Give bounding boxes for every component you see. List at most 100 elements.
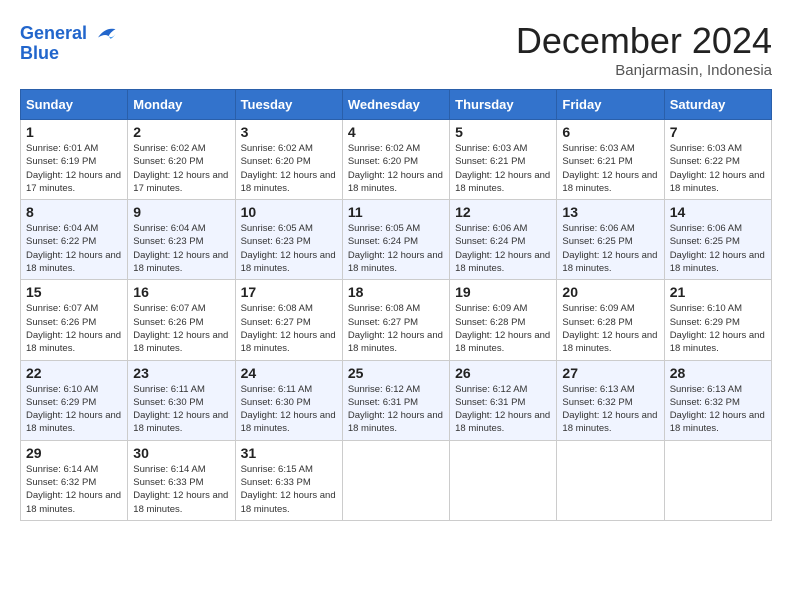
day-number: 25 [348, 365, 444, 381]
day-number: 30 [133, 445, 229, 461]
calendar-cell: 26Sunrise: 6:12 AMSunset: 6:31 PMDayligh… [450, 360, 557, 440]
day-info: Sunrise: 6:08 AMSunset: 6:27 PMDaylight:… [348, 302, 444, 355]
calendar-cell: 3 Sunrise: 6:02 AMSunset: 6:20 PMDaylight… [235, 120, 342, 200]
day-info: Sunrise: 6:14 AMSunset: 6:32 PMDaylight:… [26, 463, 122, 516]
day-number: 3 [241, 124, 337, 140]
day-number: 19 [455, 284, 551, 300]
calendar-cell: 21 Sunrise: 6:10 AMSunset: 6:29 PMDayligh… [664, 280, 771, 360]
calendar-cell: 30 Sunrise: 6:14 AMSunset: 6:33 PMDayligh… [128, 440, 235, 520]
calendar-cell: 28 Sunrise: 6:13 AMSunset: 6:32 PMDayligh… [664, 360, 771, 440]
day-header-sunday: Sunday [21, 90, 128, 120]
day-number: 8 [26, 204, 122, 220]
day-header-wednesday: Wednesday [342, 90, 449, 120]
calendar-cell: 17 Sunrise: 6:08 AMSunset: 6:27 PMDayligh… [235, 280, 342, 360]
calendar-cell: 7Sunrise: 6:03 AMSunset: 6:22 PMDaylight… [664, 120, 771, 200]
day-number: 12 [455, 204, 551, 220]
day-number: 21 [670, 284, 766, 300]
day-info: Sunrise: 6:13 AMSunset: 6:32 PMDaylight:… [670, 383, 766, 436]
page-header: General Blue December 2024 Banjarmasin, … [20, 20, 772, 79]
calendar-cell: 10 Sunrise: 6:05 AMSunset: 6:23 PMDayligh… [235, 200, 342, 280]
logo: General Blue [20, 20, 119, 64]
day-info: Sunrise: 6:07 AMSunset: 6:26 PMDaylight:… [133, 302, 229, 355]
day-number: 10 [241, 204, 337, 220]
location-subtitle: Banjarmasin, Indonesia [516, 62, 772, 79]
day-number: 31 [241, 445, 337, 461]
day-number: 14 [670, 204, 766, 220]
day-number: 20 [562, 284, 658, 300]
calendar-cell: 15 Sunrise: 6:07 AMSunset: 6:26 PMDayligh… [21, 280, 128, 360]
day-number: 18 [348, 284, 444, 300]
day-info: Sunrise: 6:02 AMSunset: 6:20 PMDaylight:… [241, 142, 337, 195]
day-info: Sunrise: 6:06 AMSunset: 6:24 PMDaylight:… [455, 222, 551, 275]
day-number: 6 [562, 124, 658, 140]
calendar-cell: 22 Sunrise: 6:10 AMSunset: 6:29 PMDayligh… [21, 360, 128, 440]
day-header-saturday: Saturday [664, 90, 771, 120]
day-info: Sunrise: 6:04 AMSunset: 6:22 PMDaylight:… [26, 222, 122, 275]
day-info: Sunrise: 6:11 AMSunset: 6:30 PMDaylight:… [133, 383, 229, 436]
calendar-cell [342, 440, 449, 520]
logo-text-general: General [20, 24, 87, 44]
calendar-cell: 9 Sunrise: 6:04 AMSunset: 6:23 PMDaylight… [128, 200, 235, 280]
calendar-cell [664, 440, 771, 520]
calendar-cell: 5Sunrise: 6:03 AMSunset: 6:21 PMDaylight… [450, 120, 557, 200]
day-info: Sunrise: 6:11 AMSunset: 6:30 PMDaylight:… [241, 383, 337, 436]
calendar-cell: 1 Sunrise: 6:01 AMSunset: 6:19 PMDaylight… [21, 120, 128, 200]
day-info: Sunrise: 6:05 AMSunset: 6:24 PMDaylight:… [348, 222, 444, 275]
title-block: December 2024 Banjarmasin, Indonesia [516, 20, 772, 79]
day-number: 7 [670, 124, 766, 140]
day-info: Sunrise: 6:07 AMSunset: 6:26 PMDaylight:… [26, 302, 122, 355]
day-header-friday: Friday [557, 90, 664, 120]
day-info: Sunrise: 6:09 AMSunset: 6:28 PMDaylight:… [455, 302, 551, 355]
day-number: 1 [26, 124, 122, 140]
day-header-tuesday: Tuesday [235, 90, 342, 120]
calendar-cell: 24 Sunrise: 6:11 AMSunset: 6:30 PMDayligh… [235, 360, 342, 440]
day-number: 9 [133, 204, 229, 220]
day-number: 16 [133, 284, 229, 300]
calendar-cell: 8 Sunrise: 6:04 AMSunset: 6:22 PMDaylight… [21, 200, 128, 280]
calendar-cell: 2 Sunrise: 6:02 AMSunset: 6:20 PMDaylight… [128, 120, 235, 200]
day-number: 2 [133, 124, 229, 140]
day-header-monday: Monday [128, 90, 235, 120]
calendar-cell: 19 Sunrise: 6:09 AMSunset: 6:28 PMDayligh… [450, 280, 557, 360]
day-number: 4 [348, 124, 444, 140]
calendar-cell: 16 Sunrise: 6:07 AMSunset: 6:26 PMDayligh… [128, 280, 235, 360]
day-info: Sunrise: 6:12 AMSunset: 6:31 PMDaylight:… [348, 383, 444, 436]
day-number: 22 [26, 365, 122, 381]
calendar-cell: 29Sunrise: 6:14 AMSunset: 6:32 PMDayligh… [21, 440, 128, 520]
day-info: Sunrise: 6:03 AMSunset: 6:21 PMDaylight:… [562, 142, 658, 195]
calendar-cell: 12 Sunrise: 6:06 AMSunset: 6:24 PMDayligh… [450, 200, 557, 280]
calendar-cell: 13 Sunrise: 6:06 AMSunset: 6:25 PMDayligh… [557, 200, 664, 280]
day-number: 17 [241, 284, 337, 300]
day-info: Sunrise: 6:08 AMSunset: 6:27 PMDaylight:… [241, 302, 337, 355]
day-info: Sunrise: 6:10 AMSunset: 6:29 PMDaylight:… [670, 302, 766, 355]
calendar-cell: 20 Sunrise: 6:09 AMSunset: 6:28 PMDayligh… [557, 280, 664, 360]
calendar-table: SundayMondayTuesdayWednesdayThursdayFrid… [20, 89, 772, 521]
day-info: Sunrise: 6:10 AMSunset: 6:29 PMDaylight:… [26, 383, 122, 436]
calendar-cell: 18 Sunrise: 6:08 AMSunset: 6:27 PMDayligh… [342, 280, 449, 360]
day-number: 27 [562, 365, 658, 381]
calendar-cell: 6 Sunrise: 6:03 AMSunset: 6:21 PMDaylight… [557, 120, 664, 200]
day-header-thursday: Thursday [450, 90, 557, 120]
day-number: 28 [670, 365, 766, 381]
calendar-cell [450, 440, 557, 520]
day-info: Sunrise: 6:06 AMSunset: 6:25 PMDaylight:… [562, 222, 658, 275]
day-info: Sunrise: 6:14 AMSunset: 6:33 PMDaylight:… [133, 463, 229, 516]
calendar-cell: 27 Sunrise: 6:13 AMSunset: 6:32 PMDayligh… [557, 360, 664, 440]
day-info: Sunrise: 6:06 AMSunset: 6:25 PMDaylight:… [670, 222, 766, 275]
day-number: 13 [562, 204, 658, 220]
day-info: Sunrise: 6:03 AMSunset: 6:21 PMDaylight:… [455, 142, 551, 195]
day-info: Sunrise: 6:09 AMSunset: 6:28 PMDaylight:… [562, 302, 658, 355]
day-info: Sunrise: 6:13 AMSunset: 6:32 PMDaylight:… [562, 383, 658, 436]
day-info: Sunrise: 6:01 AMSunset: 6:19 PMDaylight:… [26, 142, 122, 195]
day-info: Sunrise: 6:04 AMSunset: 6:23 PMDaylight:… [133, 222, 229, 275]
day-info: Sunrise: 6:05 AMSunset: 6:23 PMDaylight:… [241, 222, 337, 275]
day-number: 23 [133, 365, 229, 381]
calendar-cell: 4 Sunrise: 6:02 AMSunset: 6:20 PMDaylight… [342, 120, 449, 200]
day-number: 24 [241, 365, 337, 381]
day-info: Sunrise: 6:02 AMSunset: 6:20 PMDaylight:… [133, 142, 229, 195]
day-info: Sunrise: 6:02 AMSunset: 6:20 PMDaylight:… [348, 142, 444, 195]
calendar-cell: 25 Sunrise: 6:12 AMSunset: 6:31 PMDayligh… [342, 360, 449, 440]
day-number: 15 [26, 284, 122, 300]
calendar-cell [557, 440, 664, 520]
day-info: Sunrise: 6:12 AMSunset: 6:31 PMDaylight:… [455, 383, 551, 436]
